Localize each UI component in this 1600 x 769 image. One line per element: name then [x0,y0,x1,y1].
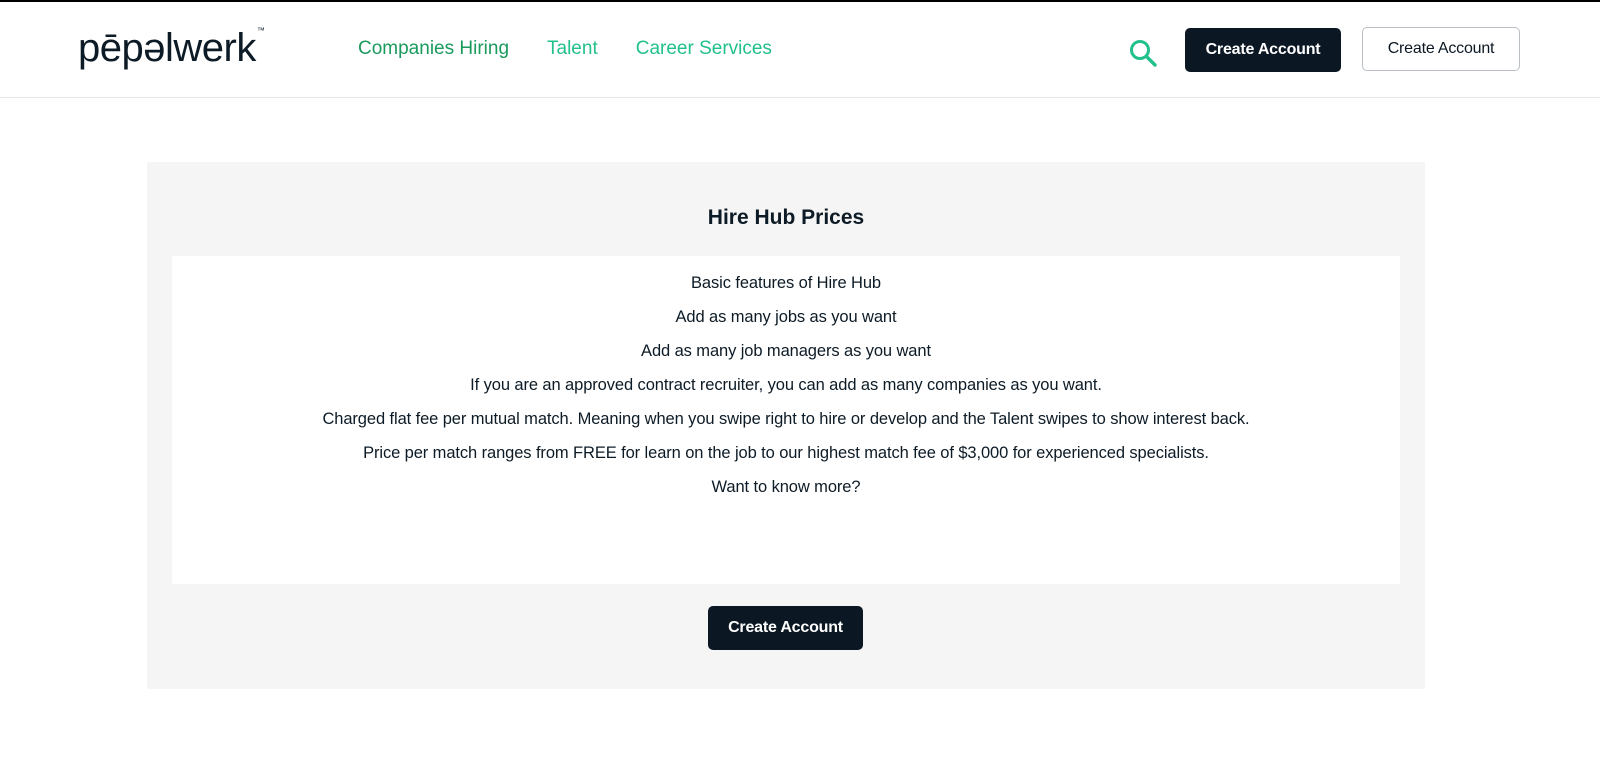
header-create-account-button[interactable]: Create Account [1185,28,1341,72]
pricing-card: Hire Hub Prices Basic features of Hire H… [147,162,1425,689]
pricing-create-account-button[interactable]: Create Account [708,606,863,650]
search-button[interactable] [1126,36,1162,72]
logo-wordmark: pēpəlwerk [78,26,256,70]
pricing-features: Basic features of Hire Hub Add as many j… [172,256,1400,584]
logo-trademark: ™ [256,26,265,35]
feature-line: Price per match ranges from FREE for lea… [363,444,1209,462]
nav-career-services[interactable]: Career Services [636,36,772,62]
site-header: pēpəlwerk ™ Companies Hiring Talent Care… [0,2,1600,98]
header-create-account-outline-button[interactable]: Create Account [1362,27,1520,71]
pricing-title: Hire Hub Prices [707,206,865,229]
logo[interactable]: pēpəlwerk ™ [78,26,265,74]
feature-line: Charged flat fee per mutual match. Meani… [322,410,1250,428]
nav-talent[interactable]: Talent [547,36,598,62]
main-nav: Companies Hiring Talent Career Services [358,36,772,62]
feature-line: Basic features of Hire Hub [691,274,881,292]
feature-line: Add as many jobs as you want [675,308,897,326]
nav-companies-hiring[interactable]: Companies Hiring [358,36,509,62]
feature-line-know-more: Want to know more? [711,478,861,496]
search-icon [1130,40,1157,67]
feature-line: If you are an approved contract recruite… [470,376,1102,394]
feature-line: Add as many job managers as you want [641,342,931,360]
page: pēpəlwerk ™ Companies Hiring Talent Care… [0,0,1600,769]
